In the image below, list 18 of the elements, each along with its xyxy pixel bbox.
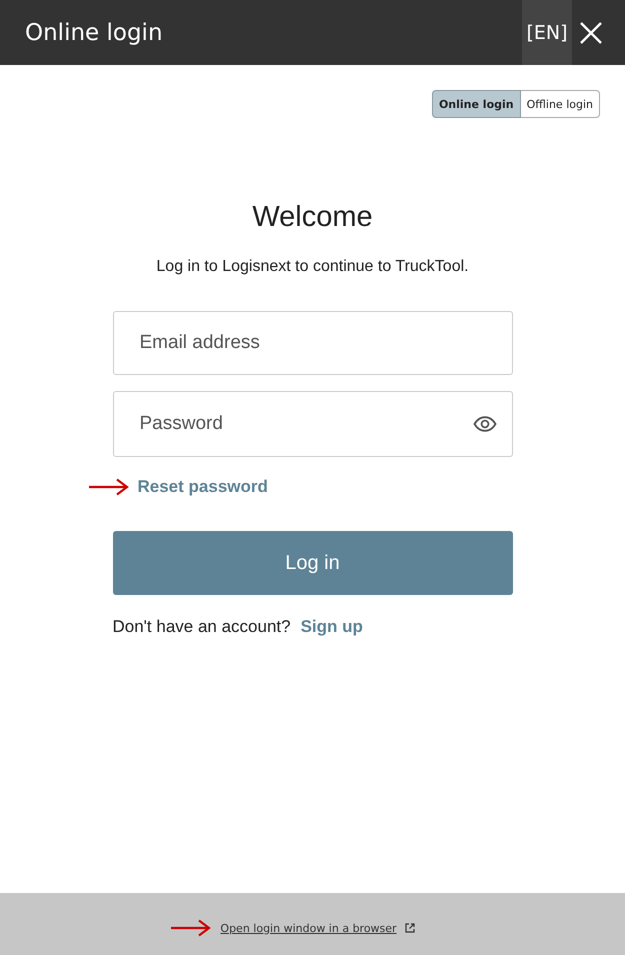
- mode-tab[interactable]: Offline login: [520, 90, 600, 118]
- password-field[interactable]: Password: [112, 391, 512, 457]
- email-field[interactable]: Email address: [112, 311, 512, 375]
- welcome-heading: Welcome: [252, 201, 373, 234]
- arrow-icon: [88, 478, 130, 496]
- login-button[interactable]: Log in: [112, 531, 512, 595]
- subtitle: Log in to Logisnext to continue to TruckTool.: [156, 258, 469, 276]
- arrow-icon: [170, 919, 212, 937]
- external-link-icon[interactable]: [404, 923, 415, 933]
- signup-link[interactable]: Sign up: [300, 617, 363, 637]
- signup-prompt: Don't have an account?: [112, 617, 291, 637]
- mode-tab[interactable]: Online login: [432, 90, 521, 118]
- window-title: Online login: [25, 20, 164, 46]
- close-icon[interactable]: [579, 20, 603, 44]
- language-button[interactable]: [EN]: [522, 0, 572, 65]
- reset-password-link[interactable]: Reset password: [138, 477, 268, 497]
- eye-icon[interactable]: [472, 416, 496, 432]
- browser-link[interactable]: Open login window in a browser: [220, 922, 397, 934]
